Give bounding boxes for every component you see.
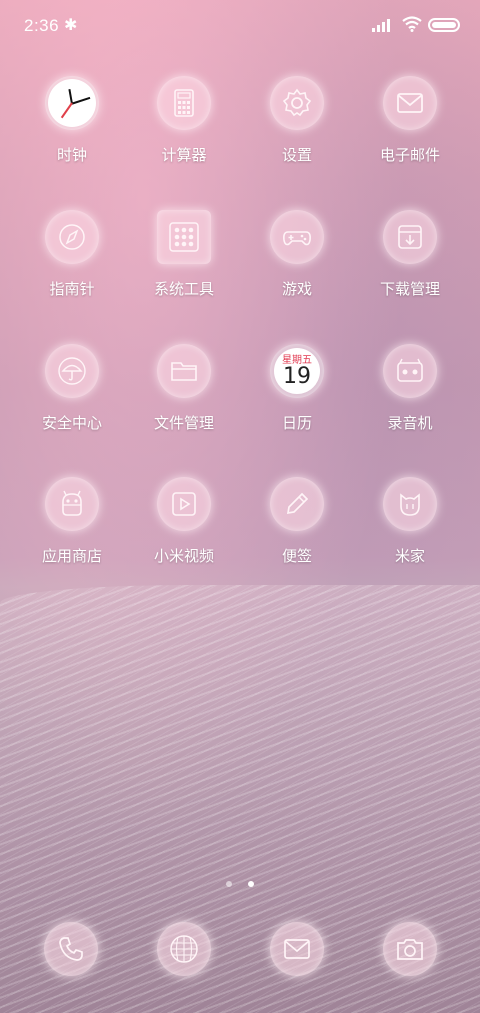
app-label: 小米视频: [153, 547, 214, 565]
umbrella-icon: [45, 344, 99, 398]
app-download-manager[interactable]: 下载管理: [350, 210, 470, 299]
app-label: 日历: [281, 414, 312, 432]
app-calculator[interactable]: 计算器: [124, 76, 244, 165]
camera-icon: [397, 939, 423, 960]
app-calendar[interactable]: 星期五 19 日历: [237, 344, 357, 433]
status-bar: 2:36 ✱: [0, 0, 480, 52]
app-notes[interactable]: 便签: [237, 477, 357, 566]
email-icon: [383, 76, 437, 130]
app-label: 设置: [281, 146, 312, 164]
page-dot[interactable]: [226, 881, 233, 887]
calendar-day: 19: [283, 363, 311, 389]
app-label: 电子邮件: [379, 146, 440, 164]
dock-phone[interactable]: [44, 922, 98, 976]
android-icon: [45, 477, 99, 531]
folder-icon: [157, 344, 211, 398]
app-mi-video[interactable]: 小米视频: [124, 477, 244, 566]
app-label: 文件管理: [153, 414, 214, 432]
dock-messages[interactable]: [270, 922, 324, 976]
compass-icon: [45, 210, 99, 264]
app-app-store[interactable]: 应用商店: [12, 477, 132, 566]
app-games[interactable]: 游戏: [237, 210, 357, 299]
gamepad-icon: [270, 210, 324, 264]
dock-browser[interactable]: [157, 922, 211, 976]
app-label: 时钟: [56, 146, 87, 164]
tools-grid-icon: [157, 210, 211, 264]
app-label: 系统工具: [153, 280, 214, 298]
phone-icon: [59, 937, 83, 961]
bluetooth-icon: ✱: [64, 15, 78, 34]
play-icon: [157, 477, 211, 531]
calculator-icon: [157, 76, 211, 130]
clock-icon: [45, 76, 99, 130]
wifi-icon: [402, 16, 422, 32]
app-compass[interactable]: 指南针: [12, 210, 132, 299]
app-settings[interactable]: 设置: [237, 76, 357, 165]
app-mi-home[interactable]: 米家: [350, 477, 470, 566]
app-label: 便签: [281, 547, 312, 565]
download-icon: [383, 210, 437, 264]
signal-icon: [372, 18, 394, 32]
app-label: 应用商店: [41, 547, 102, 565]
app-label: 游戏: [281, 280, 312, 298]
browser-globe-icon: [170, 935, 198, 963]
page-indicator[interactable]: [0, 872, 480, 891]
app-label: 计算器: [161, 146, 207, 164]
app-recorder[interactable]: 录音机: [350, 344, 470, 433]
messages-icon: [284, 939, 310, 959]
app-label: 下载管理: [379, 280, 440, 298]
app-label: 录音机: [387, 414, 433, 432]
pencil-icon: [270, 477, 324, 531]
app-file-manager[interactable]: 文件管理: [124, 344, 244, 433]
app-security-center[interactable]: 安全中心: [12, 344, 132, 433]
status-time: 2:36: [24, 16, 60, 35]
recorder-icon: [383, 344, 437, 398]
app-system-tools[interactable]: 系统工具: [124, 210, 244, 299]
app-email[interactable]: 电子邮件: [350, 76, 470, 165]
calendar-icon: 星期五 19: [270, 344, 324, 398]
dock-camera[interactable]: [383, 922, 437, 976]
page-dot-active[interactable]: [247, 881, 254, 887]
app-label: 安全中心: [41, 414, 102, 432]
gear-icon: [270, 76, 324, 130]
app-clock[interactable]: 时钟: [12, 76, 132, 165]
mi-home-icon: [383, 477, 437, 531]
battery-icon: [428, 18, 460, 32]
app-label: 米家: [394, 547, 425, 565]
app-label: 指南针: [49, 280, 95, 298]
